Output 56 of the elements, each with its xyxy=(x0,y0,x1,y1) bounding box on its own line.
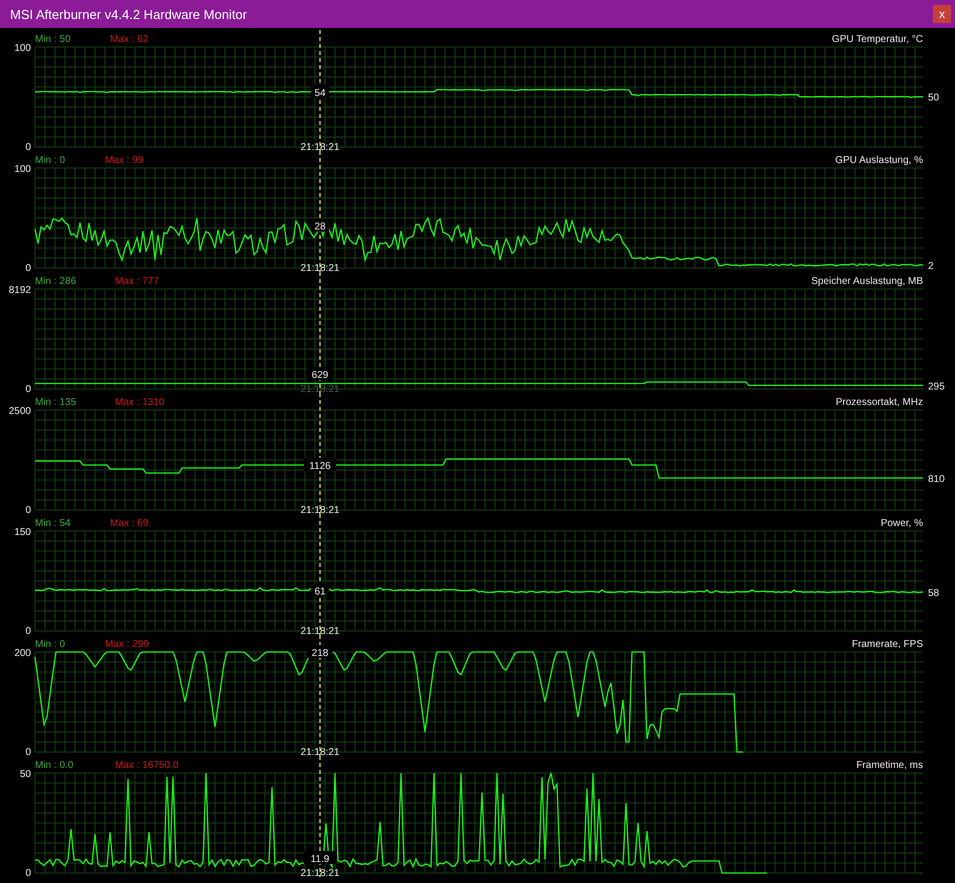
current-value: 58 xyxy=(928,588,940,599)
cursor-value: 218 xyxy=(312,648,328,659)
axis-label: 0 xyxy=(25,868,31,877)
chart-title: Frametime, ms xyxy=(856,760,923,771)
min-label: Min : 54 xyxy=(35,518,71,529)
time-label: 21:18:21 xyxy=(300,384,340,393)
cursor-value: 28 xyxy=(314,222,326,233)
axis-label: 100 xyxy=(14,164,31,175)
axis-label: 0 xyxy=(25,747,31,756)
max-label: Max : 777 xyxy=(115,276,159,287)
min-label: Min : 0.0 xyxy=(35,760,74,771)
cursor-value: 11.9 xyxy=(310,854,330,865)
min-label: Min : 0 xyxy=(35,155,66,166)
axis-label: 2500 xyxy=(8,406,31,417)
min-label: Min : 0 xyxy=(35,639,66,650)
min-label: Min : 50 xyxy=(35,34,71,45)
max-label: Max : 62 xyxy=(110,34,148,45)
time-label: 21:18:21 xyxy=(300,142,340,151)
time-label: 21:18:21 xyxy=(300,626,340,635)
axis-label: 50 xyxy=(20,769,31,780)
chart-title: Power, % xyxy=(880,518,923,529)
axis-label: 0 xyxy=(25,263,31,272)
current-value: 50 xyxy=(928,92,940,104)
chart-title: Prozessortakt, MHz xyxy=(836,397,923,408)
axis-label: 200 xyxy=(14,648,31,659)
time-label: 21:18:21 xyxy=(300,263,340,272)
axis-label: 150 xyxy=(14,527,31,538)
cursor-value: 61 xyxy=(314,586,326,598)
chart-title: Framerate, FPS xyxy=(852,639,923,650)
axis-label: 8192 xyxy=(8,285,31,296)
axis-label: 100 xyxy=(14,43,31,54)
chart-title: Speicher Auslastung, MB xyxy=(811,276,923,287)
max-label: Max : 299 xyxy=(105,639,149,650)
axis-label: 0 xyxy=(25,626,31,635)
time-label: 21:18:21 xyxy=(300,868,340,877)
chart-title: GPU Auslastung, % xyxy=(835,155,923,166)
max-label: Max : 69 xyxy=(110,518,148,529)
max-label: Max : 99 xyxy=(105,155,144,166)
current-value: 2 xyxy=(928,261,934,272)
chart-title: GPU Temperatur, °C xyxy=(832,34,923,45)
time-label: 21:18:21 xyxy=(300,505,340,514)
axis-label: 0 xyxy=(25,142,31,151)
axis-label: 0 xyxy=(25,505,31,514)
current-value: 295 xyxy=(928,381,945,392)
max-label: Max : 16750.0 xyxy=(115,760,178,771)
cursor-value: 629 xyxy=(312,370,328,381)
min-label: Min : 135 xyxy=(35,397,76,408)
current-value: 810 xyxy=(928,474,945,485)
cursor-value: 54 xyxy=(314,88,326,99)
close-button[interactable]: x xyxy=(933,5,951,23)
axis-label: 0 xyxy=(25,384,31,393)
window-title: MSI Afterburner v4.4.2 Hardware Monitor xyxy=(10,6,247,22)
min-label: Min : 286 xyxy=(35,276,76,287)
max-label: Max : 1310 xyxy=(115,397,164,408)
time-label: 21:18:21 xyxy=(300,747,340,756)
cursor-value: 1126 xyxy=(309,461,331,472)
